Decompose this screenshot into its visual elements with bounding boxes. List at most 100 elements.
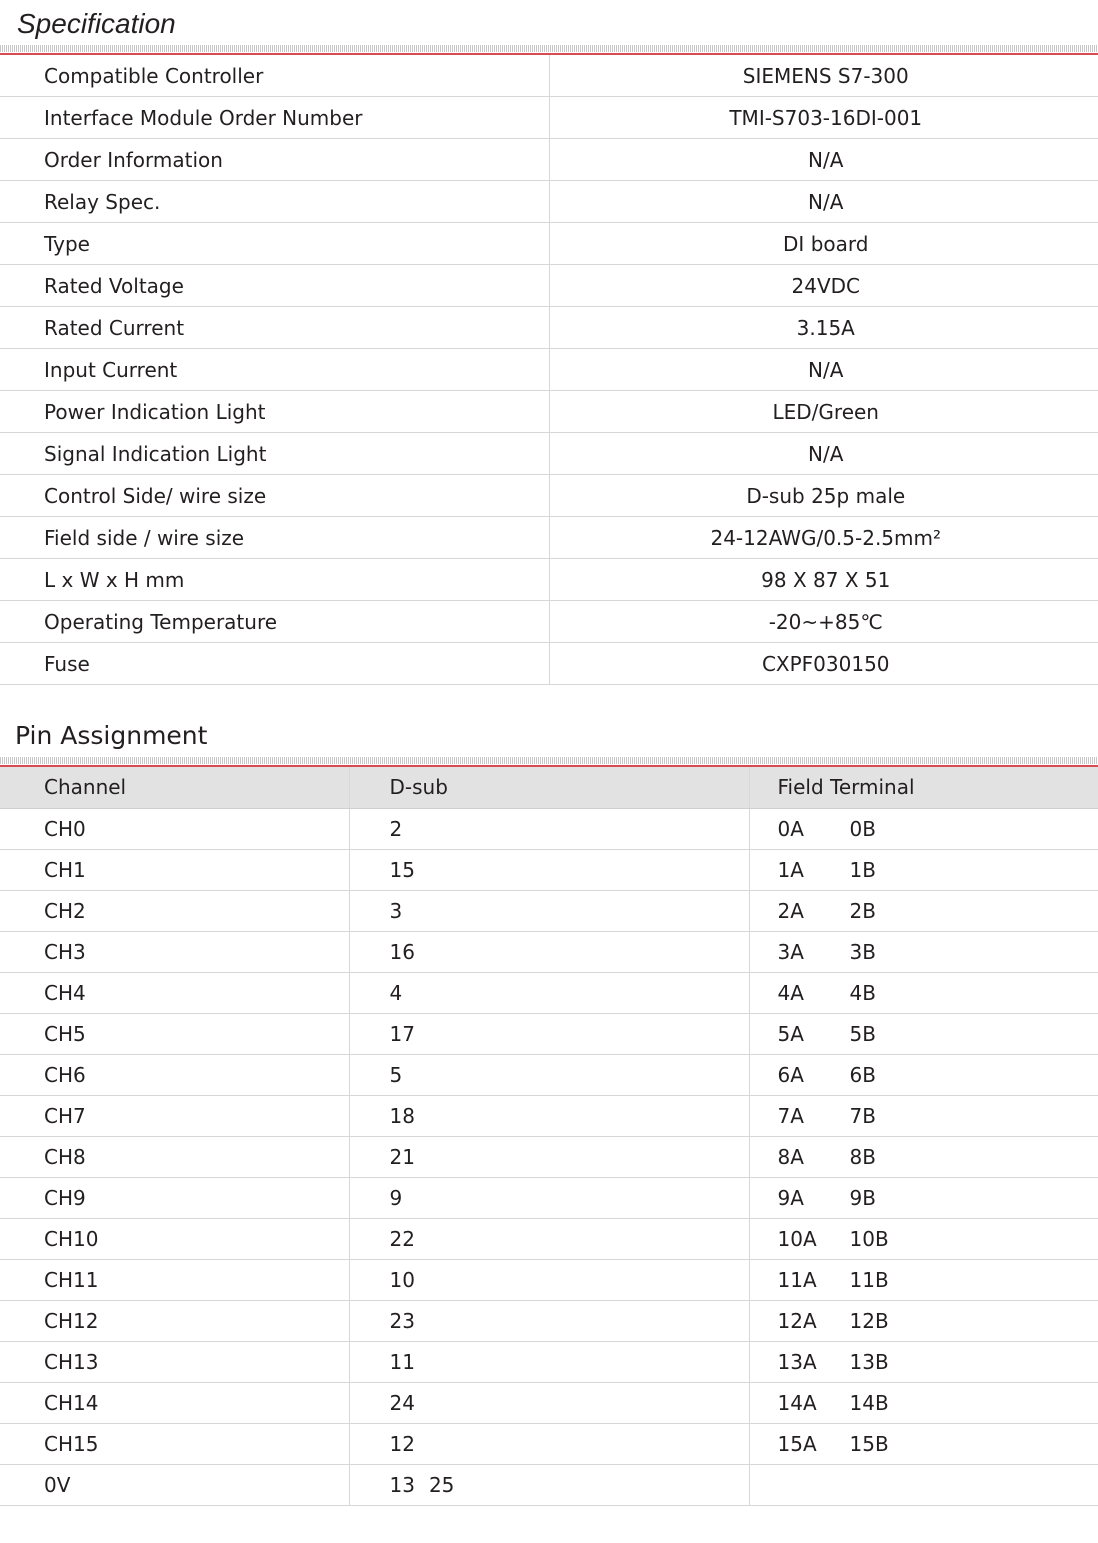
terminal-a: 15A [777, 1431, 817, 1456]
dsub-pin: 12 [389, 1431, 415, 1456]
field-terminal-cell: 1A 1B [749, 849, 1098, 891]
table-row: CH2 3 2A 2B [0, 890, 1098, 932]
table-row: CH1 15 1A 1B [0, 849, 1098, 891]
field-terminal-cell: 2A 2B [749, 890, 1098, 932]
dsub-pin: 5 [389, 1062, 403, 1087]
field-terminal-cell: 10A 10B [749, 1218, 1098, 1260]
table-header-row: Channel D-sub Field Terminal [0, 767, 1098, 809]
pin-assignment-title: Pin Assignment [15, 721, 208, 750]
spec-row: Power Indication Light LED/Green [0, 390, 1098, 433]
dsub-cell: 2 [349, 808, 750, 850]
table-row: 0V 13 25 [0, 1464, 1098, 1506]
field-terminal-cell: 5A 5B [749, 1013, 1098, 1055]
field-terminal-cell: 0A 0B [749, 808, 1098, 850]
terminal-a: 11A [777, 1267, 817, 1292]
spec-value: N/A [549, 432, 1098, 475]
terminal-b: 8B [849, 1144, 876, 1169]
terminal-a: 6A [777, 1062, 804, 1087]
spec-value: N/A [549, 180, 1098, 223]
terminal-b: 11B [849, 1267, 889, 1292]
terminal-b: 12B [849, 1308, 889, 1333]
terminal-b: 13B [849, 1349, 889, 1374]
column-header-field-terminal: Field Terminal [749, 767, 1098, 809]
table-row: CH15 12 15A 15B [0, 1423, 1098, 1465]
specification-table: Compatible Controller SIEMENS S7-300 Inter… [0, 55, 1098, 685]
field-terminal-cell: 14A 14B [749, 1382, 1098, 1424]
dotted-divider [0, 45, 1098, 52]
channel-cell: CH1 [0, 849, 350, 891]
spec-value: 24-12AWG/0.5-2.5mm² [549, 516, 1098, 559]
terminal-b: 1B [849, 857, 876, 882]
spec-label: Fuse [0, 642, 550, 685]
field-terminal-cell: 4A 4B [749, 972, 1098, 1014]
spec-label: Rated Voltage [0, 264, 550, 307]
terminal-b: 6B [849, 1062, 876, 1087]
spec-value: 98 X 87 X 51 [549, 558, 1098, 601]
dsub-cell: 17 [349, 1013, 750, 1055]
dsub-pin: 16 [389, 939, 415, 964]
dsub-pin: 18 [389, 1103, 415, 1128]
dsub-cell: 10 [349, 1259, 750, 1301]
dsub-cell: 22 [349, 1218, 750, 1260]
terminal-b: 9B [849, 1185, 876, 1210]
spec-row: Signal Indication Light N/A [0, 432, 1098, 475]
field-terminal-cell: 6A 6B [749, 1054, 1098, 1096]
terminal-a: 13A [777, 1349, 817, 1374]
field-terminal-cell [749, 1464, 1098, 1506]
spec-row: Type DI board [0, 222, 1098, 265]
dsub-pin-secondary: 25 [428, 1472, 455, 1497]
terminal-b: 14B [849, 1390, 889, 1415]
terminal-b: 4B [849, 980, 876, 1005]
dsub-pin: 21 [389, 1144, 415, 1169]
dsub-cell: 24 [349, 1382, 750, 1424]
spec-row: L x W x H mm 98 X 87 X 51 [0, 558, 1098, 601]
channel-cell: 0V [0, 1464, 350, 1506]
dsub-pin: 22 [389, 1226, 415, 1251]
specification-title: Specification [17, 8, 176, 39]
dsub-cell: 4 [349, 972, 750, 1014]
terminal-b: 7B [849, 1103, 876, 1128]
terminal-b: 5B [849, 1021, 876, 1046]
terminal-a: 1A [777, 857, 804, 882]
dsub-pin: 11 [389, 1349, 415, 1374]
spec-row: Operating Temperature -20~+85℃ [0, 600, 1098, 643]
spec-value: N/A [549, 138, 1098, 181]
field-terminal-cell: 12A 12B [749, 1300, 1098, 1342]
table-row: CH5 17 5A 5B [0, 1013, 1098, 1055]
terminal-a: 12A [777, 1308, 817, 1333]
table-row: CH4 4 4A 4B [0, 972, 1098, 1014]
channel-cell: CH12 [0, 1300, 350, 1342]
terminal-a: 9A [777, 1185, 804, 1210]
spec-label: Rated Current [0, 306, 550, 349]
spec-label: Type [0, 222, 550, 265]
spec-value: D-sub 25p male [549, 474, 1098, 517]
dsub-pin: 15 [389, 857, 415, 882]
spec-row: Input Current N/A [0, 348, 1098, 391]
spec-value: 3.15A [549, 306, 1098, 349]
spec-label: Control Side/ wire size [0, 474, 550, 517]
dsub-cell: 12 [349, 1423, 750, 1465]
dsub-cell: 13 25 [349, 1464, 750, 1506]
channel-cell: CH13 [0, 1341, 350, 1383]
dsub-pin: 23 [389, 1308, 415, 1333]
spec-row: Fuse CXPF030150 [0, 642, 1098, 685]
dsub-cell: 5 [349, 1054, 750, 1096]
channel-cell: CH7 [0, 1095, 350, 1137]
spec-row: Interface Module Order Number TMI-S703-16… [0, 96, 1098, 139]
terminal-b: 15B [849, 1431, 889, 1456]
column-header-dsub: D-sub [349, 767, 750, 809]
spec-label: Relay Spec. [0, 180, 550, 223]
dsub-cell: 18 [349, 1095, 750, 1137]
field-terminal-cell: 3A 3B [749, 931, 1098, 973]
channel-cell: CH5 [0, 1013, 350, 1055]
spec-label: Interface Module Order Number [0, 96, 550, 139]
dsub-pin: 13 [389, 1472, 415, 1497]
spec-label: Field side / wire size [0, 516, 550, 559]
table-row: CH14 24 14A 14B [0, 1382, 1098, 1424]
channel-cell: CH8 [0, 1136, 350, 1178]
spec-value: N/A [549, 348, 1098, 391]
dsub-pin: 24 [389, 1390, 415, 1415]
terminal-a: 3A [777, 939, 804, 964]
spec-label: Signal Indication Light [0, 432, 550, 475]
terminal-a: 14A [777, 1390, 817, 1415]
